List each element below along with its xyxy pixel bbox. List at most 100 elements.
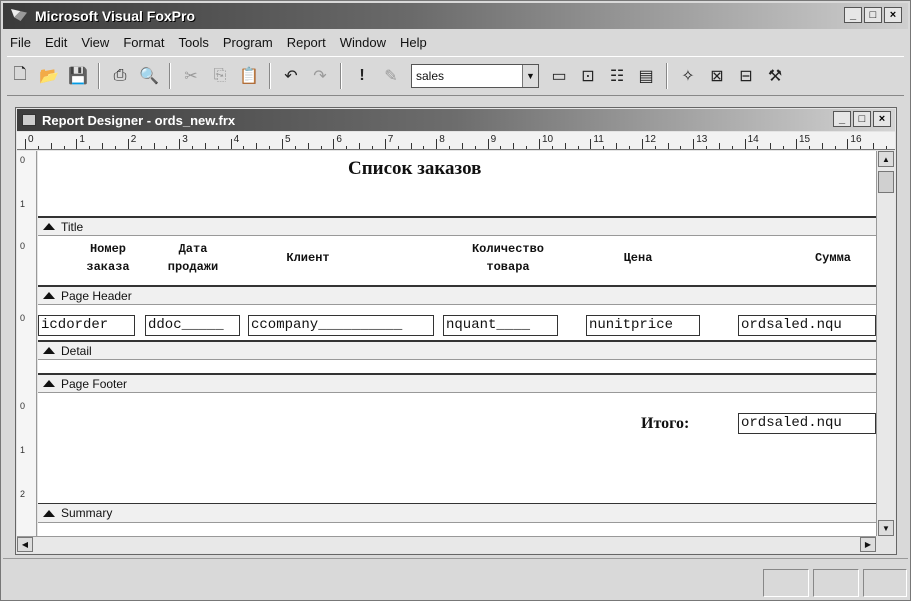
menu-view[interactable]: View [74,35,116,50]
redo-icon[interactable]: ↷ [307,63,333,89]
maximize-icon[interactable]: □ [853,111,871,127]
menu-report[interactable]: Report [280,35,333,50]
modify-icon[interactable]: ✎ [378,63,404,89]
ruler-tick [153,143,155,149]
ruler-tick [796,139,797,149]
paste-icon[interactable]: 📋 [236,63,262,89]
field-nunitprice[interactable]: nunitprice [586,315,700,336]
scroll-thumb[interactable] [878,171,894,193]
band-detail[interactable]: Detail [38,340,876,360]
menu-help[interactable]: Help [393,35,434,50]
band-page-footer[interactable]: Page Footer [38,373,876,393]
band-page-header[interactable]: Page Header [38,285,876,305]
minimize-icon[interactable]: _ [833,111,851,127]
toolbar-separator [98,63,100,89]
ruler-tick [860,146,862,149]
field-icdorder[interactable]: icdorder [38,315,135,336]
band-title-label: Title [61,219,84,234]
header-sale-date[interactable]: Дата продажи [153,240,233,276]
ruler-tick [256,143,258,149]
scroll-left-icon[interactable]: ◀ [17,537,33,552]
ruler-label: 9 [490,134,497,145]
run-icon[interactable]: ! [349,63,375,89]
report-canvas[interactable]: Список заказов Title Номер заказа Дата п… [38,151,876,536]
ruler-label: 6 [336,134,342,145]
menu-tools[interactable]: Tools [171,35,215,50]
band-page-header-label: Page Header [61,288,132,303]
ruler-tick [847,139,849,149]
band-title[interactable]: Title [38,216,876,236]
menu-program[interactable]: Program [216,35,280,50]
close-icon[interactable]: × [884,7,902,23]
open-folder-icon[interactable]: 📂 [36,63,62,89]
scroll-up-icon[interactable]: ▲ [878,151,894,167]
copy-icon[interactable]: ⎘ [207,63,233,89]
status-cell [763,569,809,597]
header-client[interactable]: Клиент [268,249,348,267]
ruler-tick [37,146,39,149]
ruler-tick [718,143,720,149]
horizontal-scrollbar[interactable]: ◀ ▶ [17,536,876,553]
ruler-tick [114,146,116,149]
ruler-tick [127,139,129,149]
print-preview-icon[interactable]: 🔍 [136,63,162,89]
vruler-label: 2 [20,489,26,499]
ruler-tick [359,143,361,149]
toolbox-icon[interactable]: ⊟ [733,63,759,89]
ruler-tick [307,143,309,149]
status-cell [863,569,907,597]
vruler-label: 0 [20,241,26,251]
data-session-combo[interactable]: sales ▼ [411,64,539,88]
save-icon[interactable]: 💾 [65,63,91,89]
summary-total-label[interactable]: Итого: [641,415,689,433]
data-session-icon[interactable]: ⊡ [575,63,601,89]
header-sum[interactable]: Сумма [793,249,873,267]
toolbar-separator [666,63,668,89]
ruler-tick [320,146,322,149]
field-nquant[interactable]: nquant____ [443,315,558,336]
ruler-label: 7 [387,134,394,145]
header-price[interactable]: Цена [608,249,668,267]
field-ordsaled[interactable]: ordsaled.nqu [738,315,876,336]
header-quantity[interactable]: Количество товара [453,240,563,276]
ruler-tick [166,146,168,149]
band-summary[interactable]: Summary [38,503,876,523]
ruler-label: 5 [285,134,291,145]
scroll-down-icon[interactable]: ▼ [878,520,894,536]
close-icon[interactable]: × [873,111,891,127]
report-title[interactable]: Список заказов [348,158,481,180]
ruler-tick [217,146,219,149]
menu-window[interactable]: Window [333,35,393,50]
form-wizard-icon[interactable]: ⊠ [704,63,730,89]
ruler-tick [834,146,836,149]
band-up-arrow-icon [43,347,55,354]
menu-edit[interactable]: Edit [38,35,74,50]
print-icon[interactable]: ⎙ [107,63,133,89]
builder-icon[interactable]: ✧ [675,63,701,89]
summary-total-field[interactable]: ordsaled.nqu [738,413,876,434]
header-order-number[interactable]: Номер заказа [68,240,148,276]
new-file-icon[interactable]: 🗋 [7,63,33,89]
ruler-tick [783,146,785,149]
undo-icon[interactable]: ↶ [278,63,304,89]
scroll-right-icon[interactable]: ▶ [860,537,876,552]
app-title: Microsoft Visual FoxPro [35,8,195,24]
menu-file[interactable]: File [3,35,38,50]
command-window-icon[interactable]: ▭ [546,63,572,89]
ruler-tick [179,139,181,149]
maximize-icon[interactable]: □ [864,7,882,23]
field-ddoc[interactable]: ddoc_____ [145,315,240,336]
field-ccompany[interactable]: ccompany__________ [248,315,434,336]
chevron-down-icon[interactable]: ▼ [522,65,538,87]
vertical-ruler: 0 1 0 0 0 1 2 [17,151,37,536]
ruler-tick [706,146,708,149]
minimize-icon[interactable]: _ [844,7,862,23]
properties-icon[interactable]: ☷ [604,63,630,89]
cut-icon[interactable]: ✂ [178,63,204,89]
report-designer-icon[interactable]: ▤ [633,63,659,89]
vertical-scrollbar[interactable]: ▲ ▼ [876,151,895,536]
menu-format[interactable]: Format [116,35,171,50]
ruler-tick [616,143,618,149]
ruler-tick [808,146,810,149]
tools-icon[interactable]: ⚒ [762,63,788,89]
